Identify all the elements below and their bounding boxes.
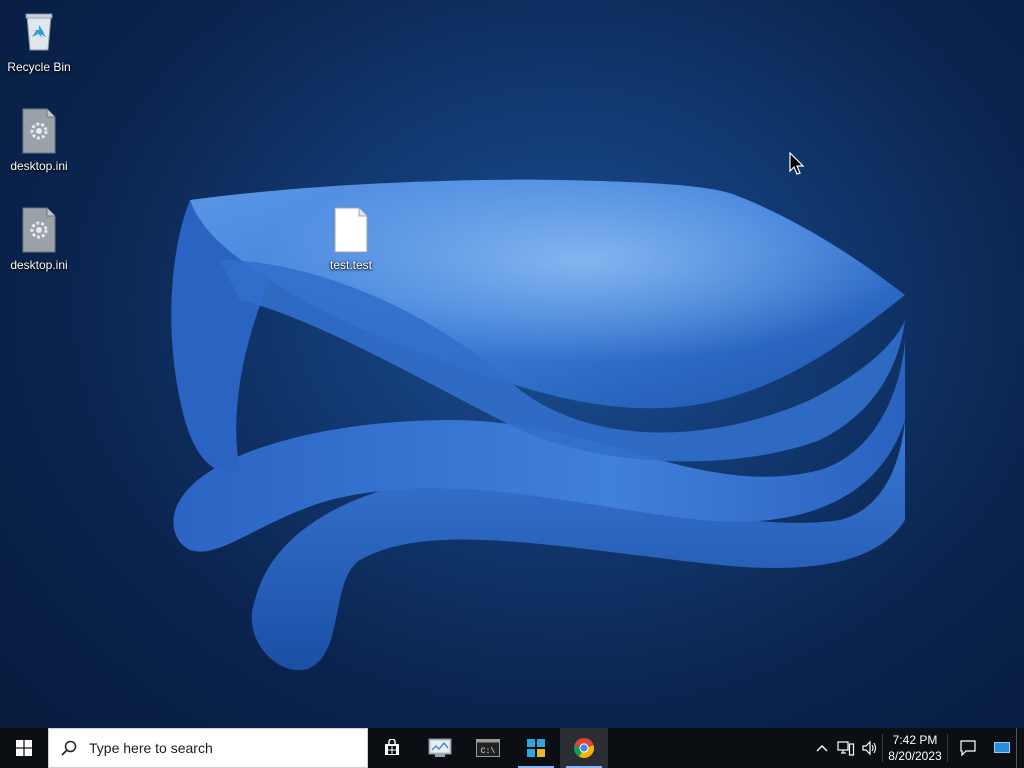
notification-indicator[interactable] [988, 728, 1016, 768]
speaker-icon [862, 740, 877, 756]
desktop-icon-label: Recycle Bin [7, 60, 71, 74]
taskbar-search-box[interactable]: Type here to search [48, 728, 368, 768]
windows-app-icon [527, 739, 545, 757]
desktop-icon-label: desktop.ini [10, 159, 68, 173]
chrome-icon [573, 738, 595, 759]
settings-file-icon [15, 107, 63, 155]
clock-date: 8/20/2023 [888, 749, 942, 763]
show-desktop-button[interactable] [1016, 728, 1024, 768]
desktop-preview-icon [994, 742, 1010, 753]
recycle-bin-icon [15, 8, 63, 56]
desktop-icon-recycle-bin[interactable]: Recycle Bin [1, 8, 77, 74]
start-button[interactable] [0, 728, 48, 768]
svg-text:C:\: C:\ [481, 747, 496, 756]
blank-file-icon [327, 206, 375, 254]
notifications-icon [960, 740, 976, 757]
desktop-icon-desktop-ini[interactable]: desktop.ini [1, 206, 77, 272]
taskbar-app-command-prompt[interactable]: C:\ [464, 728, 512, 768]
network-tray-button[interactable] [834, 728, 858, 768]
taskbar-empty-space[interactable] [608, 728, 810, 768]
network-icon [837, 741, 855, 756]
chevron-up-icon [816, 745, 828, 752]
command-prompt-icon: C:\ [476, 739, 500, 757]
action-center-button[interactable] [948, 728, 988, 768]
mouse-cursor-icon [789, 152, 805, 175]
microsoft-store-icon [385, 739, 399, 755]
windows-logo-icon [16, 740, 32, 756]
search-icon [49, 739, 89, 757]
desktop-icon-test-file[interactable]: test.test [313, 206, 389, 272]
control-panel-icon [428, 738, 452, 757]
desktop-icon-desktop-ini[interactable]: desktop.ini [1, 107, 77, 173]
taskbar-app-control-panel[interactable] [416, 728, 464, 768]
volume-tray-button[interactable] [858, 728, 882, 768]
clock-time: 7:42 PM [892, 733, 938, 747]
desktop-icon-label: desktop.ini [10, 258, 68, 272]
desktop-icon-label: test.test [329, 258, 373, 272]
taskbar-app-store[interactable] [368, 728, 416, 768]
search-placeholder: Type here to search [89, 740, 213, 756]
clock-button[interactable]: 7:42 PM 8/20/2023 [883, 728, 947, 768]
taskbar-app-chrome[interactable] [560, 728, 608, 768]
taskbar: Type here to search C:\ 7:42 PM 8/20/202… [0, 728, 1024, 768]
wallpaper [171, 179, 905, 671]
taskbar-app-windows[interactable] [512, 728, 560, 768]
settings-file-icon [15, 206, 63, 254]
show-hidden-icons-button[interactable] [810, 728, 834, 768]
